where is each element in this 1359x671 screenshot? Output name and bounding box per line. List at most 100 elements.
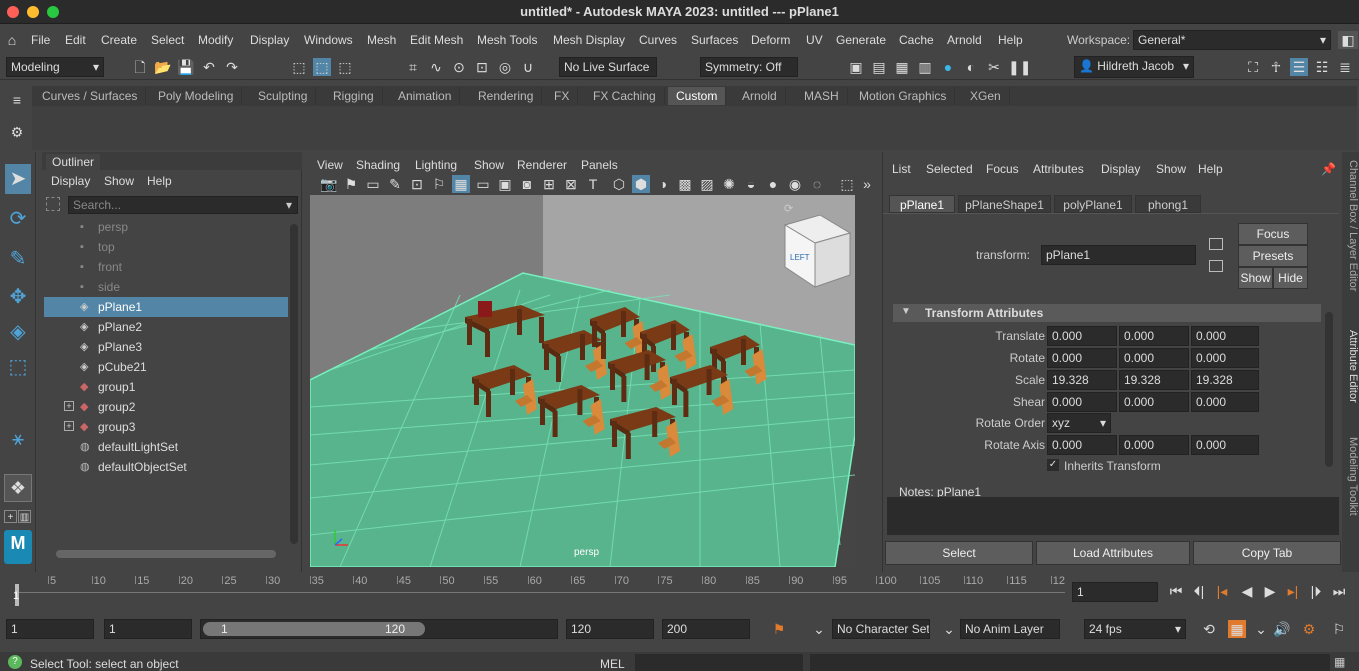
workspace-select[interactable]: General* ▾ xyxy=(1133,30,1331,50)
rotate-tool-icon[interactable]: ◈ xyxy=(5,317,31,347)
pin-icon[interactable]: 📌 xyxy=(1321,162,1336,176)
outliner-title-tab[interactable]: Outliner xyxy=(46,154,101,170)
smooth-shade-icon[interactable]: ⬢ xyxy=(632,175,650,193)
attribute-editor-icon[interactable]: ☰ xyxy=(1290,58,1308,76)
grid-toggle-icon[interactable]: ▦ xyxy=(452,175,470,193)
isolate-select-icon[interactable]: ⬚ xyxy=(838,175,856,193)
translate-y[interactable]: 0.000 xyxy=(1119,326,1189,346)
step-forward-key-icon[interactable]: ▸| xyxy=(1284,582,1302,600)
symmetry-select[interactable]: Symmetry: Off xyxy=(700,57,798,77)
wireframe-icon[interactable]: ⬡ xyxy=(610,175,628,193)
render-view-icon[interactable]: ▣ xyxy=(847,58,865,76)
rotate-axis-z[interactable]: 0.000 xyxy=(1191,435,1259,455)
select-tool-icon[interactable]: ➤ xyxy=(5,164,31,194)
snap-surface-icon[interactable]: ◎ xyxy=(496,58,514,76)
select-button[interactable]: Select xyxy=(885,541,1033,565)
shelf-settings-icon[interactable]: ⚙ xyxy=(8,123,26,141)
transform-attributes-header[interactable]: ▼ Transform Attributes xyxy=(893,304,1321,322)
ae-tab-polyplane1[interactable]: polyPlane1 xyxy=(1054,195,1132,213)
ipr-render-icon[interactable]: ▦ xyxy=(893,58,911,76)
outliner-menu-display[interactable]: Display xyxy=(51,174,90,188)
viewport-menu-show[interactable]: Show xyxy=(474,158,504,172)
menu-deform[interactable]: Deform xyxy=(751,33,790,47)
motion-blur-icon[interactable]: ◉ xyxy=(786,175,804,193)
ae-vertical-scrollbar[interactable] xyxy=(1325,312,1333,467)
shelf-tab-arnold[interactable]: Arnold xyxy=(734,87,786,105)
outliner-item-persp[interactable]: ▪ persp xyxy=(44,217,288,237)
menu-mesh-tools[interactable]: Mesh Tools xyxy=(477,33,537,47)
resolution-gate-icon[interactable]: ▣ xyxy=(496,175,514,193)
menu-surfaces[interactable]: Surfaces xyxy=(691,33,738,47)
outliner-item-pplane2[interactable]: ◈ pPlane2 xyxy=(44,317,288,337)
tool-settings-icon[interactable]: ☷ xyxy=(1313,58,1331,76)
character-set-menu-icon[interactable]: ⌄ xyxy=(810,620,828,638)
step-forward-frame-icon[interactable]: |⏵ xyxy=(1307,582,1325,600)
menu-cache[interactable]: Cache xyxy=(899,33,934,47)
menu-modify[interactable]: Modify xyxy=(198,33,233,47)
character-controls-icon[interactable]: ☥ xyxy=(1267,58,1285,76)
wireframe-on-shaded-icon[interactable]: ◑ xyxy=(654,175,672,193)
viewport-menu-shading[interactable]: Shading xyxy=(356,158,400,172)
snap-magnet-icon[interactable]: ∪ xyxy=(519,58,537,76)
auto-key-icon[interactable]: ⚑ xyxy=(770,620,788,638)
ae-tab-phong1[interactable]: phong1 xyxy=(1135,195,1201,213)
time-slider[interactable]: 1 1 ⏮ ⏴| |◂ ◀ ▶ ▸| |⏵ ⏭ xyxy=(0,572,1359,610)
notes-textarea[interactable] xyxy=(887,497,1339,535)
current-frame-field[interactable]: 1 xyxy=(1072,582,1158,602)
outliner-search-input[interactable]: Search... xyxy=(68,196,298,214)
pause-ipr-icon[interactable]: ❚❚ xyxy=(1008,58,1031,76)
image-plane-icon[interactable]: ▭ xyxy=(364,175,382,193)
scale-z[interactable]: 19.328 xyxy=(1191,370,1259,390)
xray-icon[interactable]: ▩ xyxy=(676,175,694,193)
snap-view-plane-icon[interactable]: ⊡ xyxy=(473,58,491,76)
home-view-icon[interactable]: ⟳ xyxy=(784,203,793,215)
ae-menu-list[interactable]: List xyxy=(892,162,911,176)
viewport-menu-renderer[interactable]: Renderer xyxy=(517,158,567,172)
goto-output-icon[interactable] xyxy=(1209,260,1223,272)
outliner-horizontal-scrollbar[interactable] xyxy=(56,550,276,558)
field-chart-icon[interactable]: ⊞ xyxy=(540,175,558,193)
outliner-menu-help[interactable]: Help xyxy=(147,174,172,188)
gate-mask-icon[interactable]: ◙ xyxy=(518,175,536,193)
menu-arnold[interactable]: Arnold xyxy=(947,33,982,47)
shear-x[interactable]: 0.000 xyxy=(1047,392,1117,412)
loop-icon[interactable]: ⟲ xyxy=(1200,620,1218,638)
step-back-key-icon[interactable]: |◂ xyxy=(1213,582,1231,600)
2d-pan-icon[interactable]: ⊡ xyxy=(408,175,426,193)
menu-windows[interactable]: Windows xyxy=(304,33,353,47)
outliner-vertical-scrollbar[interactable] xyxy=(290,224,298,544)
four-view-layout-icon[interactable]: + xyxy=(4,510,17,523)
cache-settings-icon[interactable]: ⌄ xyxy=(1252,620,1270,638)
camera-attributes-icon[interactable]: 📷 xyxy=(320,175,338,193)
scene-start-field[interactable]: 1 xyxy=(6,619,94,639)
safe-action-icon[interactable]: ⊠ xyxy=(562,175,580,193)
translate-z[interactable]: 0.000 xyxy=(1191,326,1259,346)
bookmark-icon[interactable]: ⚑ xyxy=(342,175,360,193)
menu-set-select[interactable]: Modeling ▾ xyxy=(6,57,104,77)
scale-tool-icon[interactable]: ⬚ xyxy=(5,352,31,382)
hide-button[interactable]: Hide xyxy=(1273,267,1308,289)
shear-z[interactable]: 0.000 xyxy=(1191,392,1259,412)
transform-name-field[interactable]: pPlane1 xyxy=(1041,245,1196,265)
shelf-tab-motion-graphics[interactable]: Motion Graphics xyxy=(851,87,956,105)
two-view-layout-icon[interactable]: ▥ xyxy=(18,510,31,523)
viewport-scene[interactable]: LEFT ⟳ ⌄ persp xyxy=(310,195,855,567)
menu-help[interactable]: Help xyxy=(998,33,1023,47)
range-slider[interactable]: 1 120 xyxy=(200,619,558,639)
ae-menu-focus[interactable]: Focus xyxy=(986,162,1019,176)
viewport-menu-panels[interactable]: Panels xyxy=(581,158,618,172)
open-scene-icon[interactable]: 📂 xyxy=(154,58,172,76)
arnold-render-icon[interactable]: ◐ xyxy=(962,58,980,76)
save-scene-icon[interactable]: 💾 xyxy=(177,58,195,76)
use-all-lights-icon[interactable]: ✺ xyxy=(720,175,738,193)
anti-aliasing-icon[interactable]: ◌ xyxy=(808,175,826,193)
command-input[interactable] xyxy=(635,654,803,671)
outliner-item-group1[interactable]: ◆ group1 xyxy=(44,377,288,397)
outliner-item-side[interactable]: ▪ side xyxy=(44,277,288,297)
presets-button[interactable]: Presets xyxy=(1238,245,1308,267)
arnold-ipr-icon[interactable]: ✂ xyxy=(985,58,1003,76)
user-account-select[interactable]: 👤 Hildreth Jacob ▾ xyxy=(1074,56,1194,78)
rotate-z[interactable]: 0.000 xyxy=(1191,348,1259,368)
outliner-item-defaultlightset[interactable]: ◍ defaultLightSet xyxy=(44,437,288,457)
translate-x[interactable]: 0.000 xyxy=(1047,326,1117,346)
